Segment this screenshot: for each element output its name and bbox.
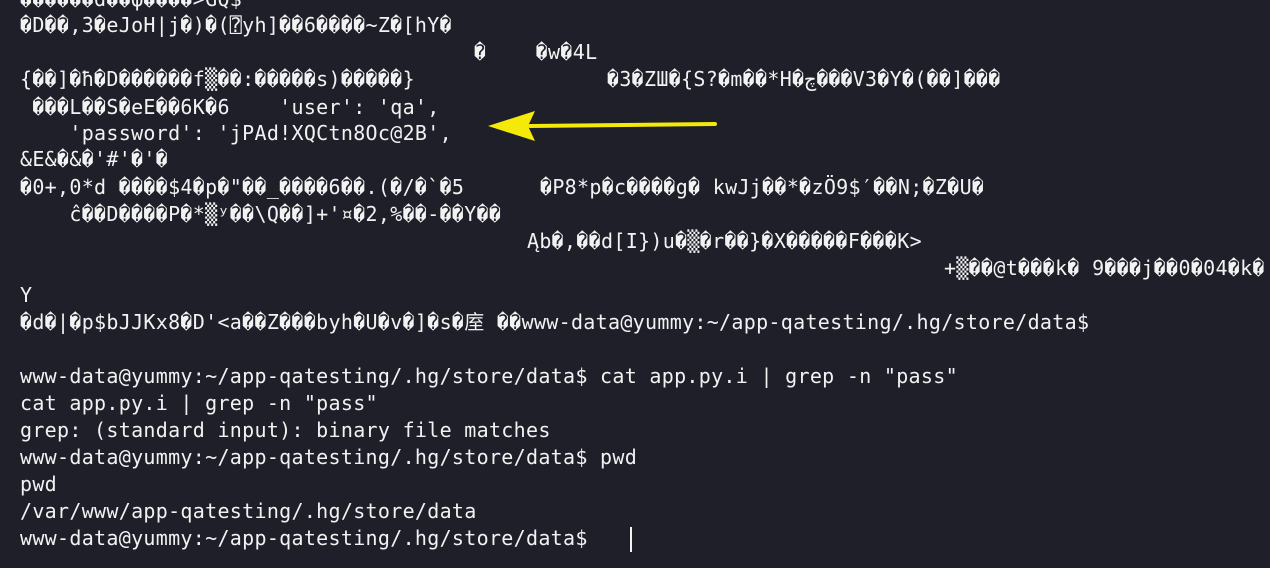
terminal-text: �P8*p�c����g� kwJj��*�zÖ9$′��N;�Z�U�: [540, 175, 985, 199]
terminal-line: pwd: [0, 471, 57, 498]
terminal-line: ĉ��D����P�*▒ʸ��\Q��]+'¤�2,%��-��Y��: [0, 201, 501, 228]
terminal-line: /var/www/app-qatesting/.hg/store/data: [0, 498, 476, 525]
command-line: www-data@yummy:~/app-qatesting/.hg/store…: [0, 444, 637, 471]
terminal-line: {��]�ħ�D������f▒��:�����s)�����} �3�ZШ�{…: [0, 66, 1000, 93]
terminal-window[interactable]: ������d��φ����>GQ$ �D��,3�eJoH|j�)�(⍰yh]…: [0, 0, 1270, 568]
terminal-text: �D��,3�eJoH|j�)�(⍰yh]��6����~Z�[hY�: [20, 13, 452, 37]
terminal-text: cat app.py.i | grep -n "pass": [20, 391, 378, 415]
terminal-text: � �w�4L: [474, 40, 598, 64]
terminal-line: Y: [0, 282, 49, 309]
shell-prompt: www-data@yummy:~/app-qatesting/.hg/store…: [20, 526, 601, 550]
terminal-text: +▒��@t���k� 9���j��0�04�k�: [944, 256, 1265, 280]
terminal-line: �0+,0*d ����$4�p�"��_����6��.(�/�`�5 �P8…: [0, 174, 984, 201]
terminal-line: �d�|�p$bJJKx8�D'<a��Z���byh�U�v�]�s�庢 ��…: [0, 309, 1089, 336]
terminal-text: ���L��S�eE��6K�6 'user': 'qa',: [20, 95, 440, 119]
terminal-text: Y: [20, 283, 33, 307]
terminal-text: grep: (standard input): binary file matc…: [20, 418, 551, 442]
text-cursor: [630, 527, 632, 552]
terminal-text: Ąb�,��d[I})u�▒�r��}�X�����F���K>: [527, 229, 922, 253]
terminal-line: cat app.py.i | grep -n "pass": [0, 390, 378, 417]
terminal-line: Ąb�,��d[I})u�▒�r��}�X�����F���K>: [0, 228, 922, 255]
terminal-text: /var/www/app-qatesting/.hg/store/data: [20, 499, 477, 523]
terminal-text: www-data@yummy:~/app-qatesting/.hg/store…: [20, 364, 958, 388]
terminal-text: �3�ZШ�{S?�m��*H�چ���V3�Y�(��]���: [607, 67, 1001, 91]
terminal-text: {��]�ħ�D������f▒��:�����s)�����}: [20, 67, 415, 91]
terminal-line: �D��,3�eJoH|j�)�(⍰yh]��6����~Z�[hY�: [0, 12, 452, 39]
terminal-text: �d�|�p$bJJKx8�D'<a��Z���byh�U�v�]�s�庢 ��…: [20, 310, 1090, 334]
terminal-text: �0+,0*d ����$4�p�"��_����6��.(�/�`�5: [20, 175, 465, 199]
terminal-text: 'password': 'jPAd!XQCtn8Oc@2B',: [20, 121, 452, 145]
terminal-text: pwd: [20, 472, 58, 496]
terminal-text: www-data@yummy:~/app-qatesting/.hg/store…: [20, 445, 638, 469]
password-line: 'password': 'jPAd!XQCtn8Oc@2B',: [0, 120, 451, 147]
terminal-line: � �w�4L: [0, 39, 597, 66]
terminal-line: ���L��S�eE��6K�6 'user': 'qa',: [0, 94, 439, 121]
command-line: www-data@yummy:~/app-qatesting/.hg/store…: [0, 363, 958, 390]
terminal-text: ĉ��D����P�*▒ʸ��\Q��]+'¤�2,%��-��Y��: [20, 202, 502, 226]
terminal-line: grep: (standard input): binary file matc…: [0, 417, 550, 444]
terminal-text: &E&�&�'#'�'�: [20, 147, 169, 171]
prompt-line[interactable]: www-data@yummy:~/app-qatesting/.hg/store…: [0, 525, 587, 552]
terminal-line: &E&�&�'#'�'�: [0, 146, 168, 173]
terminal-line: +▒��@t���k� 9���j��0�04�k�: [0, 255, 1265, 282]
